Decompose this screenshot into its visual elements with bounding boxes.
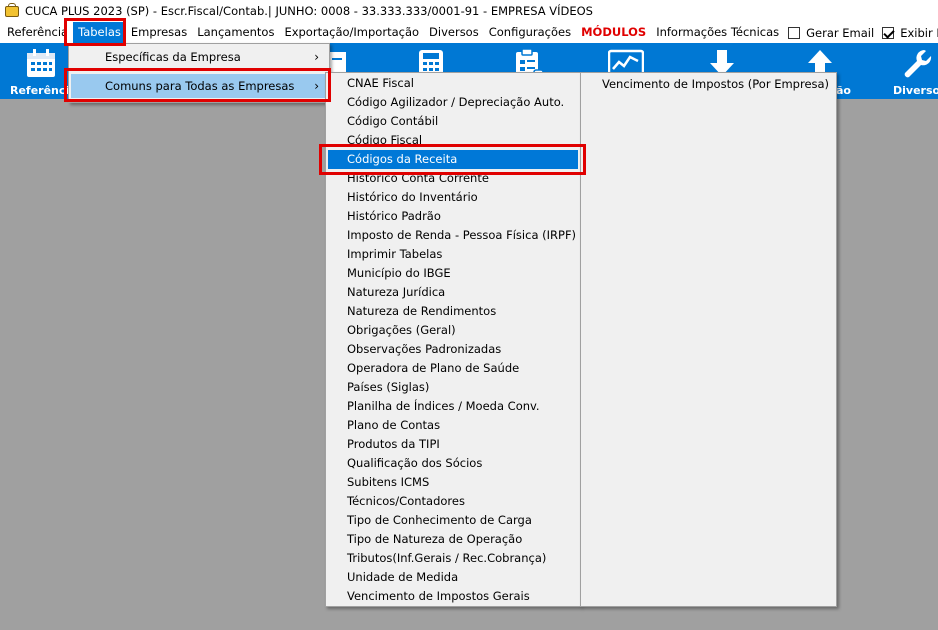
menu-item-codigo-contabil[interactable]: Código Contábil <box>328 112 578 131</box>
menu-modulos[interactable]: MÓDULOS <box>576 22 651 43</box>
menu-item-imprimir-tabelas[interactable]: Imprimir Tabelas <box>328 245 578 264</box>
menu-item-unidade-de-medida[interactable]: Unidade de Medida <box>328 568 578 587</box>
toolbar-diversos-label: Diversos <box>893 84 938 97</box>
menu-item-tecnicos-contadores[interactable]: Técnicos/Contadores <box>328 492 578 511</box>
toolbar-diversos-button[interactable]: Diversos <box>888 43 938 99</box>
menu-item-observacoes-padronizadas[interactable]: Observações Padronizadas <box>328 340 578 359</box>
gerar-email-label: Gerar Email <box>806 25 875 40</box>
annotation-box-tabelas <box>64 18 126 46</box>
toolbar-upload-label: ão <box>836 84 851 97</box>
exibir-barra-checkbox[interactable]: Exibir Barra de F <box>878 22 938 43</box>
window-title: CUCA PLUS 2023 (SP) - Escr.Fiscal/Contab… <box>25 4 593 18</box>
calendar-icon <box>27 49 55 77</box>
menu-item-obrigacoes-geral[interactable]: Obrigações (Geral) <box>328 321 578 340</box>
menu-item-subitens-icms[interactable]: Subitens ICMS <box>328 473 578 492</box>
menu-item-cnae-fiscal[interactable]: CNAE Fiscal <box>328 74 578 93</box>
gerar-email-box[interactable] <box>788 26 801 39</box>
menu-item-vencimento-impostos-gerais[interactable]: Vencimento de Impostos Gerais <box>328 587 578 606</box>
menu-especificas-da-empresa[interactable]: Específicas da Empresa › <box>71 45 327 69</box>
menu-exportacao-importacao[interactable]: Exportação/Importação <box>279 22 424 43</box>
menu-item-planilha-de-indices[interactable]: Planilha de Índices / Moeda Conv. <box>328 397 578 416</box>
menu-item-municipio-do-ibge[interactable]: Município do IBGE <box>328 264 578 283</box>
menu-item-plano-de-contas[interactable]: Plano de Contas <box>328 416 578 435</box>
menu-configuracoes[interactable]: Configurações <box>484 22 576 43</box>
menu-item-historico-do-inventario[interactable]: Histórico do Inventário <box>328 188 578 207</box>
submenu-arrow-icon: › <box>314 50 319 64</box>
document-icon <box>330 52 346 72</box>
app-icon <box>4 3 20 19</box>
menu-especificas-label: Específicas da Empresa <box>105 50 241 64</box>
menu-referencia[interactable]: Referência <box>2 22 73 43</box>
menu-item-qualificacao-dos-socios[interactable]: Qualificação dos Sócios <box>328 454 578 473</box>
menu-item-tipo-natureza-operacao[interactable]: Tipo de Natureza de Operação <box>328 530 578 549</box>
menu-item-codigo-agilizador[interactable]: Código Agilizador / Depreciação Auto. <box>328 93 578 112</box>
annotation-box-codigos-receita <box>319 144 586 175</box>
menu-informacoes-tecnicas[interactable]: Informações Técnicas <box>651 22 784 43</box>
exibir-barra-box[interactable] <box>882 26 895 39</box>
wrench-icon <box>904 50 932 78</box>
gerar-email-checkbox[interactable]: Gerar Email <box>784 22 878 43</box>
menu-bar: Referência Tabelas Empresas Lançamentos … <box>0 22 938 43</box>
title-bar: CUCA PLUS 2023 (SP) - Escr.Fiscal/Contab… <box>0 0 938 22</box>
menu-item-historico-padrao[interactable]: Histórico Padrão <box>328 207 578 226</box>
menu-item-natureza-juridica[interactable]: Natureza Jurídica <box>328 283 578 302</box>
menu-diversos[interactable]: Diversos <box>424 22 484 43</box>
menu-item-tributos[interactable]: Tributos(Inf.Gerais / Rec.Cobrança) <box>328 549 578 568</box>
menu-item-tipo-conhecimento-carga[interactable]: Tipo de Conhecimento de Carga <box>328 511 578 530</box>
menu-lancamentos[interactable]: Lançamentos <box>192 22 279 43</box>
menu-item-produtos-da-tipi[interactable]: Produtos da TIPI <box>328 435 578 454</box>
menu-item-irpf[interactable]: Imposto de Renda - Pessoa Física (IRPF) <box>328 226 578 245</box>
comuns-submenu-column-2: Vencimento de Impostos (Por Empresa) <box>580 72 837 607</box>
menu-item-operadora-plano-saude[interactable]: Operadora de Plano de Saúde <box>328 359 578 378</box>
menu-item-vencimento-impostos-por-empresa[interactable]: Vencimento de Impostos (Por Empresa) <box>583 75 834 94</box>
annotation-box-comuns <box>64 68 331 102</box>
menu-item-paises-siglas[interactable]: Países (Siglas) <box>328 378 578 397</box>
exibir-barra-label: Exibir Barra de F <box>900 25 938 40</box>
menu-empresas[interactable]: Empresas <box>126 22 192 43</box>
menu-item-natureza-de-rendimentos[interactable]: Natureza de Rendimentos <box>328 302 578 321</box>
